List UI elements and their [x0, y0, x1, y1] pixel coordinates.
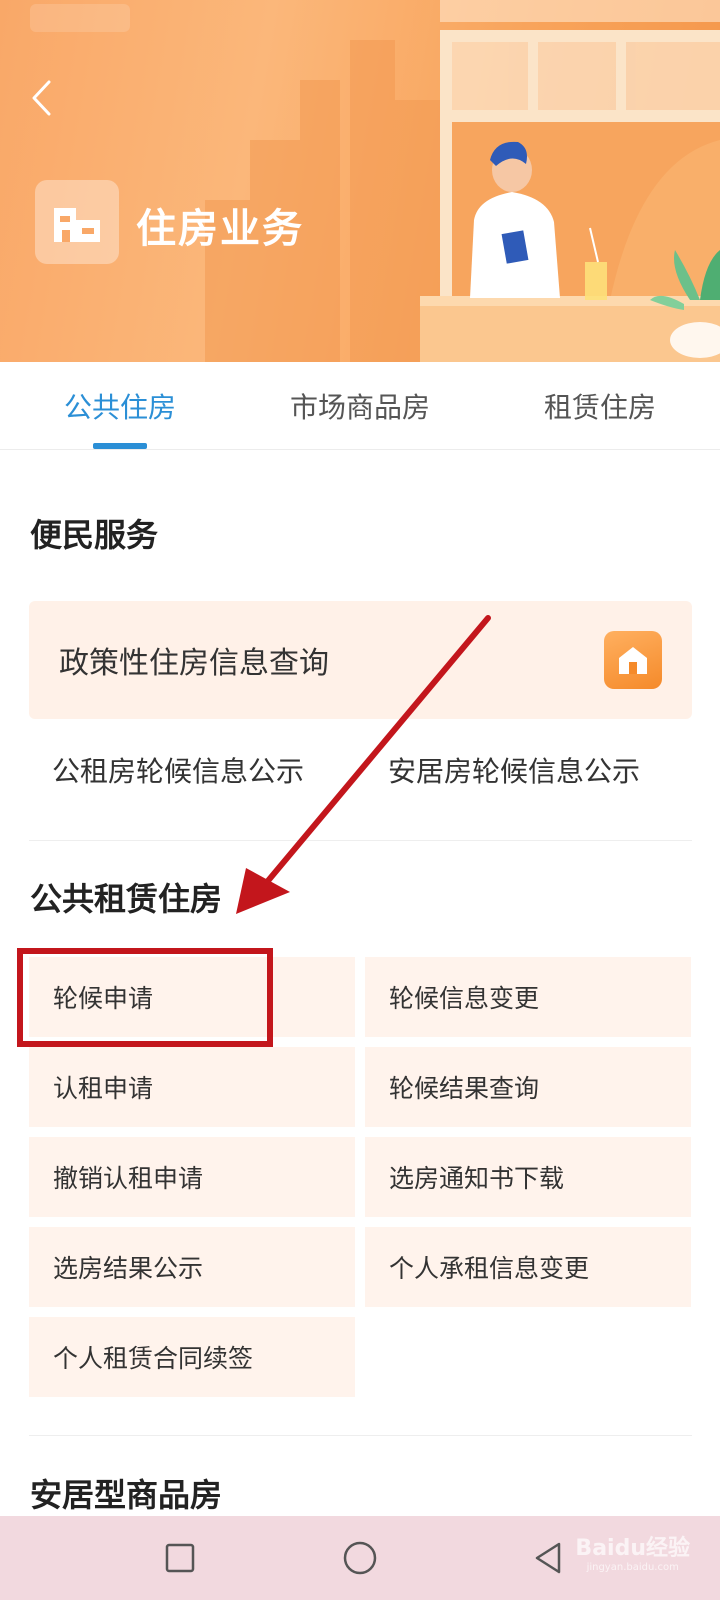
watermark-text: Baidu经验 — [575, 1536, 690, 1561]
annotation-highlight-box — [17, 948, 273, 1047]
watermark-sub: jingyan.baidu.com — [586, 1562, 679, 1573]
annotation-arrow — [236, 615, 491, 914]
back-icon — [535, 1542, 561, 1574]
home-icon — [343, 1541, 377, 1575]
recent-apps-icon — [165, 1543, 195, 1573]
baidu-watermark: Baidu经验 jingyan.baidu.com — [575, 1530, 690, 1573]
recent-apps-button[interactable] — [152, 1530, 208, 1586]
system-nav-bar: Baidu经验 jingyan.baidu.com — [0, 1516, 720, 1600]
system-back-button[interactable] — [520, 1530, 576, 1586]
home-button[interactable] — [332, 1530, 388, 1586]
